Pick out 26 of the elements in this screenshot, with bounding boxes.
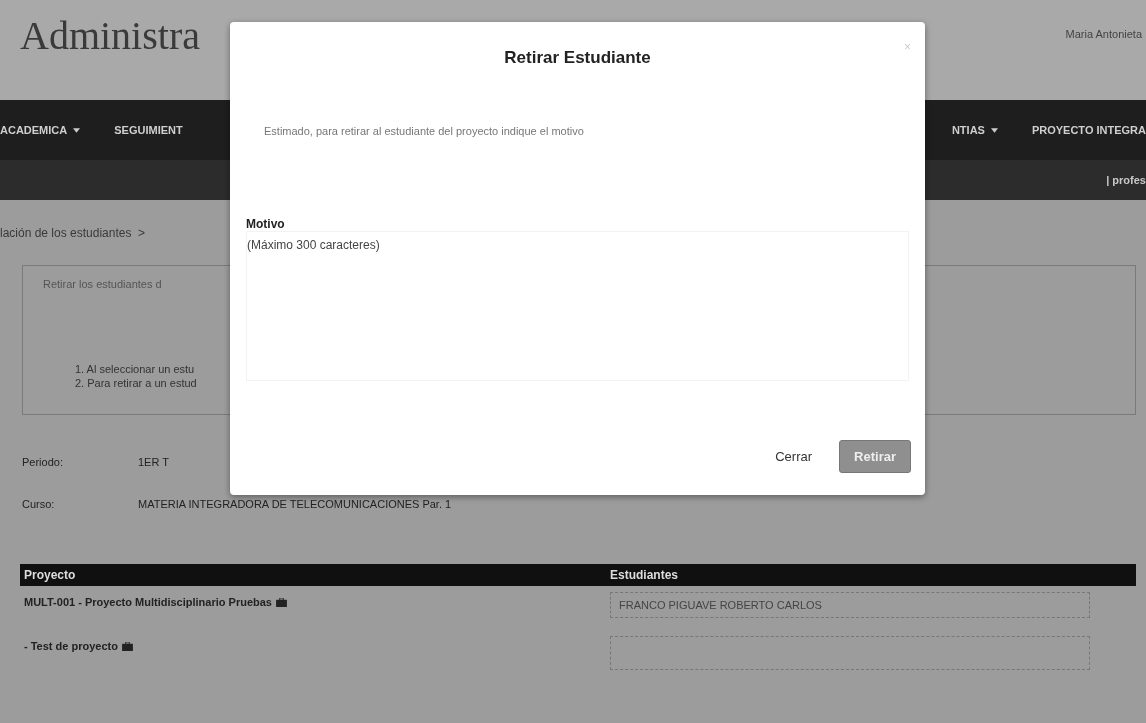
nav-item[interactable]: PROYECTO INTEGRA [1031,124,1146,136]
project-name: MULT-001 - Proyecto Multidisciplinario Pruebas [24,596,272,608]
reason-field[interactable]: (Máximo 300 caracteres) [246,231,909,381]
student-name[interactable]: FRANCO PIGUAVE ROBERTO CARLOS [619,599,822,611]
nav-item[interactable]: ACADEMICA [0,124,81,136]
app-title: Administra [20,12,200,59]
field-value: 1ER T [138,456,169,468]
modal-title: Retirar Estudiante [504,48,651,69]
column-header: Estudiantes [610,568,679,582]
briefcase-icon[interactable] [121,642,133,651]
briefcase-icon[interactable] [275,598,287,607]
nav-item[interactable]: SEGUIMIENT [114,124,183,136]
close-link[interactable]: Cerrar [760,440,828,473]
modal-message: Estimado, para retirar al estudiante del proyecto indique el motivo [263,125,585,137]
field-value: MATERIA INTEGRADORA DE TELECOMUNICACIONES Par. 1 [138,498,452,510]
project-name: - Test de proyecto [24,640,118,652]
column-header: Proyecto [24,568,77,582]
role-label: | profes [1106,174,1146,186]
caret-icon [990,127,998,133]
field-label: Periodo: [22,456,64,468]
caret-icon [73,127,81,133]
panel-heading: Retirar los estudiantes d [43,278,163,290]
field-label: Motivo [246,217,286,231]
user-name[interactable]: Maria Antonieta [1065,28,1142,40]
field-label: Curso: [22,498,56,510]
nav-item[interactable]: NTIAS [951,124,998,136]
